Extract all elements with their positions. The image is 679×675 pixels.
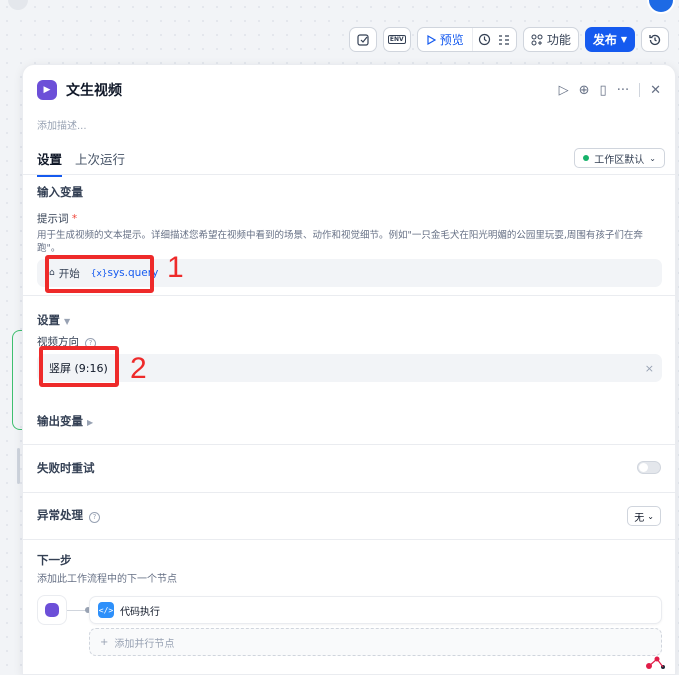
prompt-hint: 用于生成视频的文本提示。详细描述您希望在视频中看到的场景、动作和视觉细节。例如"… bbox=[37, 230, 643, 254]
video-node-icon bbox=[45, 603, 59, 617]
annotation-box-2 bbox=[39, 346, 119, 387]
version-history-button[interactable] bbox=[641, 27, 669, 52]
history-icon bbox=[478, 33, 490, 46]
publish-button[interactable]: 发布 ▼ bbox=[584, 27, 635, 52]
next-step-description: 添加此工作流程中的下一个节点 bbox=[37, 574, 177, 585]
docs-icon[interactable]: ▯ bbox=[600, 83, 607, 98]
chevron-down-icon: ⌄ bbox=[649, 153, 656, 163]
preview-group: 预览 bbox=[416, 27, 517, 52]
help-icon: ? bbox=[89, 512, 100, 523]
toggle-knob bbox=[639, 463, 648, 472]
code-icon: </> bbox=[98, 602, 114, 618]
chevron-down-icon: ▼ bbox=[64, 317, 71, 326]
settings-section-title[interactable]: 设置 ▼ bbox=[37, 312, 70, 328]
annotation-label-2: 2 bbox=[130, 352, 147, 385]
checklist-toggle-button[interactable] bbox=[496, 34, 516, 46]
inputs-divider bbox=[23, 295, 675, 296]
restore-icon bbox=[649, 34, 661, 45]
error-handling-label: 异常处理? bbox=[37, 507, 100, 523]
apps-icon bbox=[531, 34, 543, 45]
status-dot-icon bbox=[583, 155, 590, 161]
current-node-icon bbox=[37, 595, 67, 625]
play-icon bbox=[427, 34, 436, 45]
chevron-down-icon: ⌄ bbox=[647, 511, 654, 521]
tab-last-run[interactable]: 上次运行 bbox=[75, 149, 125, 177]
canvas-scroll-handle[interactable] bbox=[17, 448, 20, 484]
tab-settings[interactable]: 设置 bbox=[37, 149, 63, 177]
video-node-icon: ▶ bbox=[37, 80, 57, 100]
features-label: 功能 bbox=[546, 33, 571, 47]
node-settings-panel: ▶ 文生视频 ▷ ⊕ ▯ ··· ✕ 添加描述... 设置 上次运行 工作区默认… bbox=[22, 64, 676, 675]
prompt-label: 提示词 * bbox=[37, 213, 78, 225]
node-title[interactable]: 文生视频 bbox=[66, 80, 122, 100]
checklist-button[interactable] bbox=[348, 27, 377, 52]
annotation-label-1: 1 bbox=[167, 251, 184, 284]
publish-label: 发布 bbox=[592, 33, 617, 47]
add-parallel-label: 添加并行节点 bbox=[114, 638, 175, 650]
close-icon[interactable]: ✕ bbox=[650, 83, 661, 98]
next-step-title: 下一步 bbox=[37, 553, 72, 567]
more-icon[interactable]: ··· bbox=[617, 83, 629, 98]
run-history-button[interactable] bbox=[473, 33, 496, 46]
chevron-right-icon: ▶ bbox=[87, 418, 94, 427]
workspace-select[interactable]: 工作区默认 ⌄ bbox=[574, 148, 665, 168]
clear-icon[interactable]: × bbox=[645, 362, 654, 375]
retry-label: 失败时重试 bbox=[37, 461, 95, 475]
annotation-box-1 bbox=[45, 255, 154, 293]
target-icon[interactable]: ⊕ bbox=[579, 83, 590, 98]
retry-divider bbox=[23, 492, 675, 493]
error-divider bbox=[23, 539, 675, 540]
preview-label: 预览 bbox=[439, 33, 464, 47]
description-input[interactable]: 添加描述... bbox=[37, 117, 87, 132]
panel-tabs: 设置 上次运行 bbox=[37, 149, 125, 177]
header-divider bbox=[639, 83, 641, 97]
preview-button[interactable]: 预览 bbox=[418, 28, 473, 51]
chevron-down-icon: ▼ bbox=[620, 35, 627, 44]
retry-toggle[interactable] bbox=[637, 461, 661, 474]
brand-logo-icon bbox=[646, 656, 665, 669]
next-node-card[interactable]: </> 代码执行 bbox=[89, 596, 662, 624]
env-icon: ENV bbox=[387, 35, 406, 44]
features-button[interactable]: 功能 bbox=[522, 27, 579, 52]
add-parallel-node-button[interactable]: + 添加并行节点 bbox=[89, 628, 662, 656]
input-variables-title: 输入变量 bbox=[37, 185, 83, 199]
checklist-icon bbox=[357, 33, 369, 46]
run-node-icon[interactable]: ▷ bbox=[559, 83, 569, 98]
list-check-icon bbox=[498, 34, 509, 45]
outputs-divider bbox=[23, 444, 675, 445]
env-button[interactable]: ENV bbox=[382, 27, 411, 52]
workspace-label: 工作区默认 bbox=[594, 154, 645, 166]
next-node-label: 代码执行 bbox=[120, 606, 160, 618]
panel-header: ▶ 文生视频 ▷ ⊕ ▯ ··· ✕ bbox=[37, 79, 661, 101]
error-handling-select[interactable]: 无 ⌄ bbox=[627, 506, 661, 526]
workflow-toolbar: ENV 预览 功能 发布 ▼ bbox=[348, 27, 669, 52]
error-handling-value: 无 bbox=[634, 512, 645, 524]
output-variables-title[interactable]: 输出变量 ▶ bbox=[37, 413, 93, 429]
node-connector bbox=[67, 610, 87, 611]
plus-icon: + bbox=[100, 636, 109, 648]
tabs-divider bbox=[23, 174, 675, 175]
